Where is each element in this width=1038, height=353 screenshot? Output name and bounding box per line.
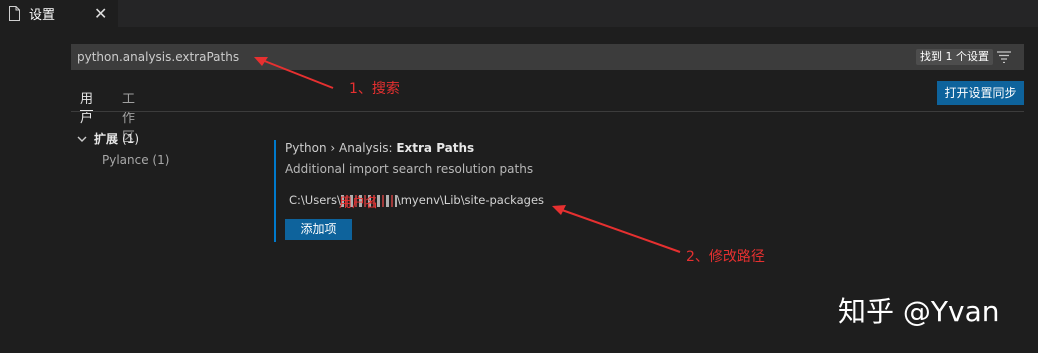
annotation-step-1: 1、搜索 bbox=[349, 81, 400, 97]
annotation-step-2: 2、修改路径 bbox=[686, 249, 765, 265]
watermark: 知乎 @Yvan bbox=[838, 295, 1000, 328]
arrow-search bbox=[261, 59, 334, 89]
arrow-path bbox=[561, 209, 681, 253]
